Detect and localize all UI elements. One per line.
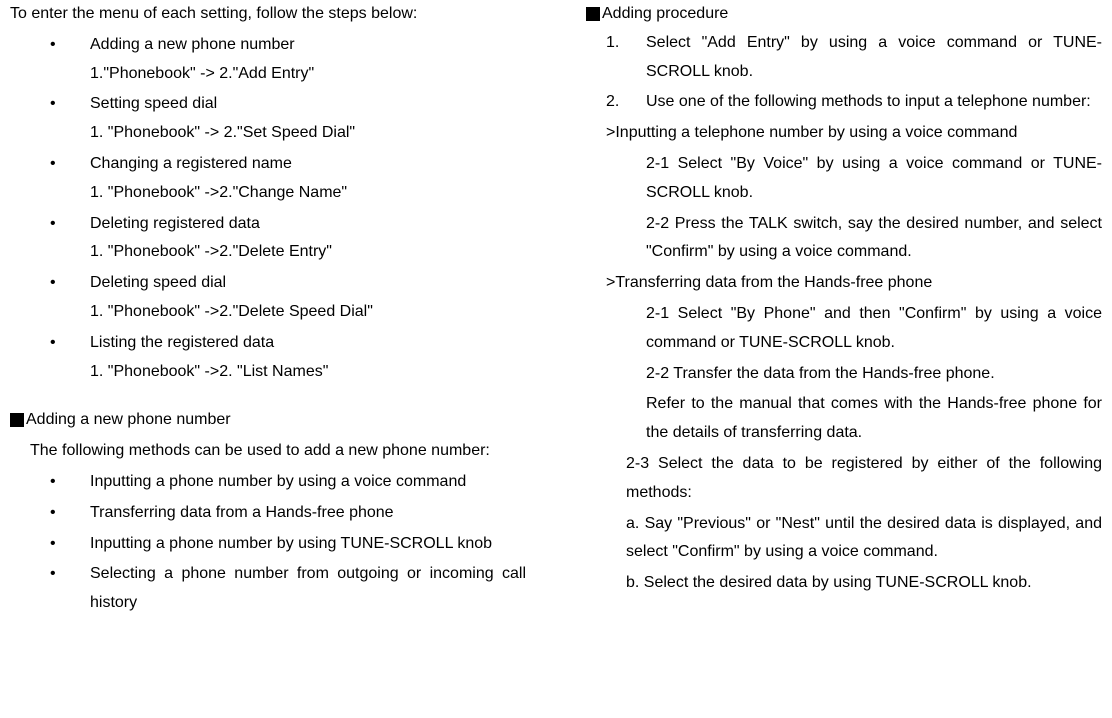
list-item: Inputting a phone number by using TUNE-S… xyxy=(90,530,526,559)
menu-steps-list: Adding a new phone number 1."Phonebook" … xyxy=(10,31,526,387)
sub-note: Refer to the manual that comes with the … xyxy=(586,390,1102,448)
item-step: 1. "Phonebook" ->2."Change Name" xyxy=(90,179,526,208)
step-1: 1. Select "Add Entry" by using a voice co… xyxy=(606,29,1102,87)
list-item: Setting speed dial 1. "Phonebook" -> 2."… xyxy=(90,90,526,148)
item-step: 1. "Phonebook" ->2."Delete Speed Dial" xyxy=(90,298,526,327)
step-2: 2. Use one of the following methods to in… xyxy=(606,88,1102,117)
square-icon xyxy=(10,413,24,427)
sub-method-a-title: >Inputting a telephone number by using a… xyxy=(586,119,1102,148)
sub-step: 2-1 Select "By Phone" and then "Confirm"… xyxy=(586,300,1102,358)
title-text: Adding procedure xyxy=(602,5,728,22)
document-container: To enter the menu of each setting, follo… xyxy=(10,0,1102,620)
sub-option-b: b. Select the desired data by using TUNE… xyxy=(586,569,1102,598)
step-text: Select "Add Entry" by using a voice comm… xyxy=(646,34,1102,80)
item-title: Changing a registered name xyxy=(90,155,292,172)
list-item: Transferring data from a Hands-free phon… xyxy=(90,499,526,528)
list-item: Listing the registered data 1. "Phoneboo… xyxy=(90,329,526,387)
section-adding-title: Adding a new phone number xyxy=(10,406,526,435)
list-item: Changing a registered name 1. "Phonebook… xyxy=(90,150,526,208)
item-step: 1. "Phonebook" ->2. "List Names" xyxy=(90,358,526,387)
methods-list: Inputting a phone number by using a voic… xyxy=(10,468,526,618)
item-title: Deleting speed dial xyxy=(90,274,226,291)
item-title: Listing the registered data xyxy=(90,334,274,351)
adding-procedure-title: Adding procedure xyxy=(586,0,1102,29)
item-title: Adding a new phone number xyxy=(90,36,295,53)
item-title: Deleting registered data xyxy=(90,215,260,232)
intro-text: To enter the menu of each setting, follo… xyxy=(10,0,526,29)
sub-step: 2-2 Transfer the data from the Hands-fre… xyxy=(586,360,1102,389)
list-item: Selecting a phone number from outgoing o… xyxy=(90,560,526,618)
section-title-text: Adding a new phone number xyxy=(26,411,231,428)
list-item: Deleting registered data 1. "Phonebook" … xyxy=(90,210,526,268)
step-text: Use one of the following methods to inpu… xyxy=(646,93,1091,110)
sub-option-a: a. Say "Previous" or "Nest" until the de… xyxy=(586,510,1102,568)
procedure-steps: 1. Select "Add Entry" by using a voice co… xyxy=(586,29,1102,117)
square-icon xyxy=(586,7,600,21)
step-number: 2. xyxy=(606,88,619,117)
sub-step: 2-1 Select "By Voice" by using a voice c… xyxy=(586,150,1102,208)
item-step: 1. "Phonebook" ->2."Delete Entry" xyxy=(90,238,526,267)
list-item: Deleting speed dial 1. "Phonebook" ->2."… xyxy=(90,269,526,327)
section-adding-desc: The following methods can be used to add… xyxy=(10,437,526,466)
right-column: Adding procedure 1. Select "Add Entry" by… xyxy=(576,0,1102,620)
list-item: Inputting a phone number by using a voic… xyxy=(90,468,526,497)
item-title: Setting speed dial xyxy=(90,95,217,112)
sub-method-b-title: >Transferring data from the Hands-free p… xyxy=(586,269,1102,298)
step-number: 1. xyxy=(606,29,619,58)
list-item: Adding a new phone number 1."Phonebook" … xyxy=(90,31,526,89)
sub-step: 2-3 Select the data to be registered by … xyxy=(586,450,1102,508)
item-step: 1. "Phonebook" -> 2."Set Speed Dial" xyxy=(90,119,526,148)
sub-step: 2-2 Press the TALK switch, say the desir… xyxy=(586,210,1102,268)
item-step: 1."Phonebook" -> 2."Add Entry" xyxy=(90,60,526,89)
left-column: To enter the menu of each setting, follo… xyxy=(10,0,536,620)
